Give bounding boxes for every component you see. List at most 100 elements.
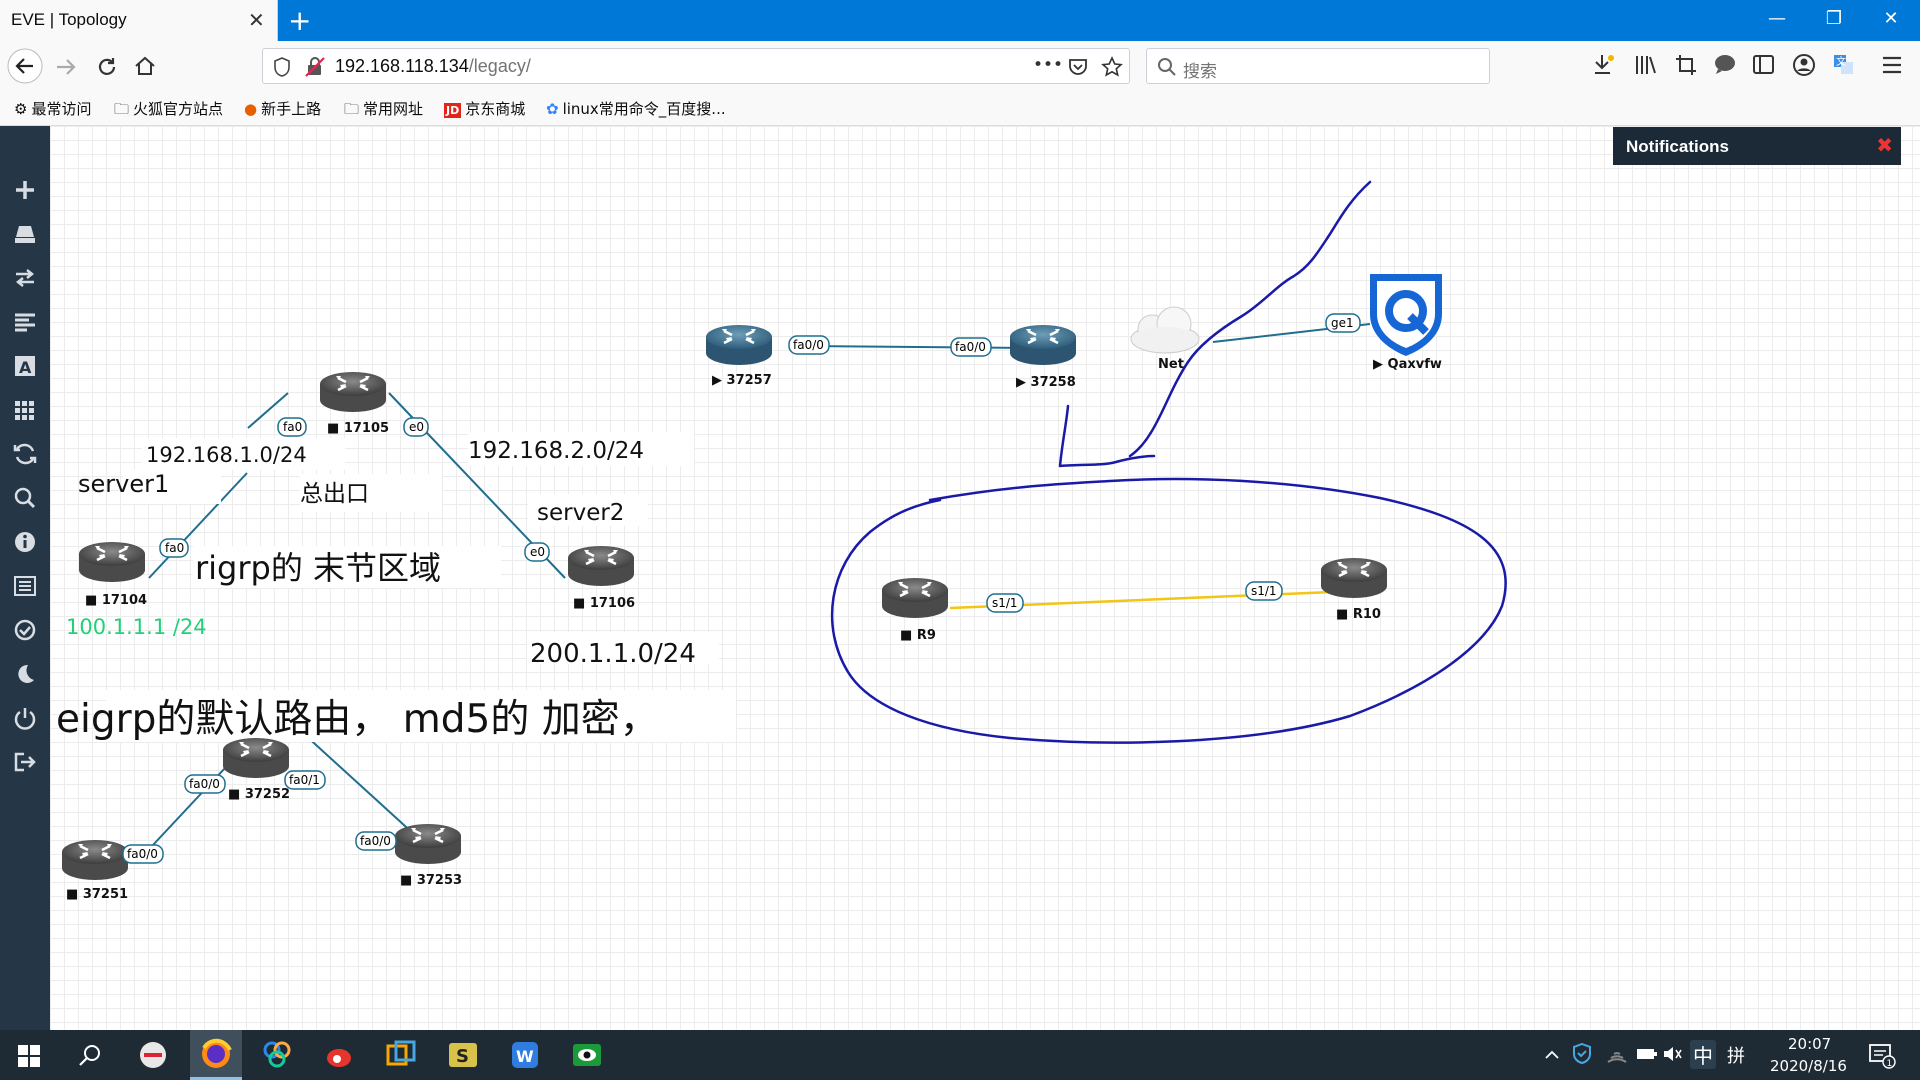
translate-icon[interactable]: 文	[1832, 53, 1856, 77]
taskbar-app-securecrt-icon[interactable]: S	[444, 1036, 482, 1074]
router-r9-icon[interactable]	[880, 576, 950, 620]
insecure-lock-icon[interactable]	[305, 57, 325, 77]
bookmark-jd[interactable]: JD 京东商城	[444, 98, 525, 119]
svg-text:fa0/0: fa0/0	[189, 777, 220, 791]
if-label-17105-fa0: fa0	[277, 417, 307, 437]
baidu-paw-icon: ✿	[546, 100, 559, 118]
taskbar-app-ipmsg-icon[interactable]	[134, 1036, 172, 1074]
zoom-icon[interactable]	[10, 486, 40, 510]
taskbar-app-wps-icon[interactable]: W	[506, 1036, 544, 1074]
lab-list-icon[interactable]	[10, 574, 40, 598]
info-icon[interactable]	[10, 530, 40, 554]
grid-icon[interactable]	[10, 398, 40, 422]
screenshot-icon[interactable]	[1674, 53, 1698, 77]
action-center-count: 1	[1887, 1059, 1893, 1069]
topology-svg[interactable]: ■ 17105 ■ 17104 ■ 17106 ▶ 37257 ▶ 37258 …	[50, 126, 1920, 1030]
bookmark-getting-started[interactable]: ● 新手上路	[244, 98, 321, 119]
shield-icon[interactable]	[273, 57, 291, 77]
search-bar[interactable]: 搜索	[1146, 48, 1490, 84]
node-label-qaxvfw: ▶ Qaxvfw	[1373, 357, 1442, 372]
windows-taskbar: S W 中 拼 20:07 2020/8/16 1	[0, 1030, 1920, 1080]
if-label-37258-fa00: fa0/0	[950, 337, 992, 357]
notifications-close-button[interactable]: ✖	[1876, 133, 1893, 157]
taskbar-app-eve-viewer-icon[interactable]	[568, 1036, 606, 1074]
router-17104-icon[interactable]	[77, 540, 147, 584]
search-input[interactable]: 搜索	[1183, 57, 1217, 82]
svg-text:s1/1: s1/1	[992, 596, 1018, 610]
router-37252-icon[interactable]	[221, 736, 291, 780]
annotation-net1: 192.168.1.0/24	[146, 443, 307, 467]
forward-button[interactable]	[54, 55, 78, 79]
url-text[interactable]: 192.168.118.134/legacy/	[335, 56, 531, 77]
svg-text:e0: e0	[409, 420, 424, 434]
svg-text:fa0/0: fa0/0	[127, 847, 158, 861]
sidebar-toggle-icon[interactable]	[1752, 53, 1776, 77]
router-37253-icon[interactable]	[393, 822, 463, 866]
status-check-icon[interactable]	[10, 618, 40, 642]
link-37257-37258[interactable]	[804, 345, 1036, 349]
tray-chevron-up-icon[interactable]	[1544, 1048, 1560, 1062]
logout-icon[interactable]	[10, 750, 40, 774]
tab-close-button[interactable]: ✕	[248, 8, 265, 32]
downloads-icon[interactable]	[1592, 53, 1616, 77]
search-icon[interactable]	[78, 1044, 102, 1068]
bookmark-firefox-site[interactable]: 🗀 火狐官方站点	[114, 98, 223, 124]
if-label-r10-s11: s1/1	[1245, 581, 1283, 601]
taskbar-app-rainbow-icon[interactable]	[258, 1036, 296, 1074]
router-17105-icon[interactable]	[318, 370, 388, 414]
startup-configs-icon[interactable]	[10, 310, 40, 334]
browser-tab-active[interactable]: EVE | Topology ✕	[0, 0, 278, 41]
router-37257-icon[interactable]	[704, 323, 774, 367]
windows-start-icon[interactable]	[18, 1045, 40, 1067]
taskbar-clock-time[interactable]: 20:07	[1788, 1035, 1831, 1053]
add-object-icon[interactable]	[10, 178, 40, 202]
networks-icon[interactable]	[10, 266, 40, 290]
pocket-icon[interactable]	[1068, 57, 1088, 77]
close-lab-icon[interactable]	[10, 706, 40, 730]
node-label-17106: ■ 17106	[573, 596, 635, 611]
chat-icon[interactable]	[1713, 53, 1737, 77]
tray-volume-icon[interactable]	[1662, 1044, 1684, 1064]
taskbar-app-weibo-icon[interactable]	[320, 1036, 358, 1074]
text-icon[interactable]: A	[10, 354, 40, 378]
account-icon[interactable]	[1792, 53, 1816, 77]
cloud-net-icon[interactable]	[1130, 306, 1200, 354]
bookmark-common-sites[interactable]: 🗀 常用网址	[344, 98, 423, 124]
router-37251-icon[interactable]	[60, 838, 130, 882]
tray-defender-shield-icon[interactable]	[1572, 1043, 1592, 1065]
bookmark-star-icon[interactable]	[1101, 56, 1123, 78]
reload-button[interactable]	[95, 55, 119, 79]
dark-mode-icon[interactable]	[10, 662, 40, 686]
home-button[interactable]	[133, 54, 157, 78]
router-37258-icon[interactable]	[1008, 323, 1078, 367]
router-17106-icon[interactable]	[566, 544, 636, 588]
taskbar-clock-date[interactable]: 2020/8/16	[1770, 1057, 1847, 1075]
tray-network-icon[interactable]	[1606, 1044, 1628, 1064]
new-tab-button[interactable]: +	[288, 4, 311, 37]
taskbar-app-vmware-icon[interactable]	[382, 1036, 420, 1074]
bookmark-linux-commands[interactable]: ✿ linux常用命令_百度搜...	[546, 98, 726, 119]
action-center-icon[interactable]: 1	[1868, 1043, 1896, 1069]
bookmark-most-visited[interactable]: ⚙ 最常访问	[14, 98, 91, 119]
nodes-icon[interactable]	[10, 222, 40, 246]
library-icon[interactable]	[1634, 53, 1658, 77]
qaxvfw-firewall-icon[interactable]	[1370, 274, 1442, 356]
topology-canvas[interactable]: ■ 17105 ■ 17104 ■ 17106 ▶ 37257 ▶ 37258 …	[50, 126, 1920, 1030]
menu-icon[interactable]	[1880, 53, 1904, 77]
page-actions-button[interactable]: •••	[1033, 55, 1063, 75]
taskbar-app-firefox-icon[interactable]	[190, 1030, 242, 1080]
tray-ime-indicator[interactable]: 中	[1690, 1040, 1716, 1069]
url-bar[interactable]: 192.168.118.134/legacy/ •••	[262, 48, 1130, 84]
window-restore-button[interactable]: ❐	[1819, 8, 1849, 29]
refresh-icon[interactable]	[10, 442, 40, 466]
tray-ime-mode[interactable]: 拼	[1727, 1042, 1745, 1068]
router-r10-icon[interactable]	[1319, 556, 1389, 600]
if-label-17106-e0: e0	[524, 542, 550, 562]
if-label-r9-s11: s1/1	[986, 593, 1024, 613]
tray-battery-icon[interactable]	[1636, 1047, 1658, 1061]
window-close-button[interactable]: ✕	[1876, 8, 1906, 29]
firefox-icon: ●	[244, 100, 258, 118]
back-button[interactable]	[6, 47, 44, 85]
window-minimize-button[interactable]: —	[1762, 8, 1792, 29]
svg-text:s1/1: s1/1	[1251, 584, 1277, 598]
